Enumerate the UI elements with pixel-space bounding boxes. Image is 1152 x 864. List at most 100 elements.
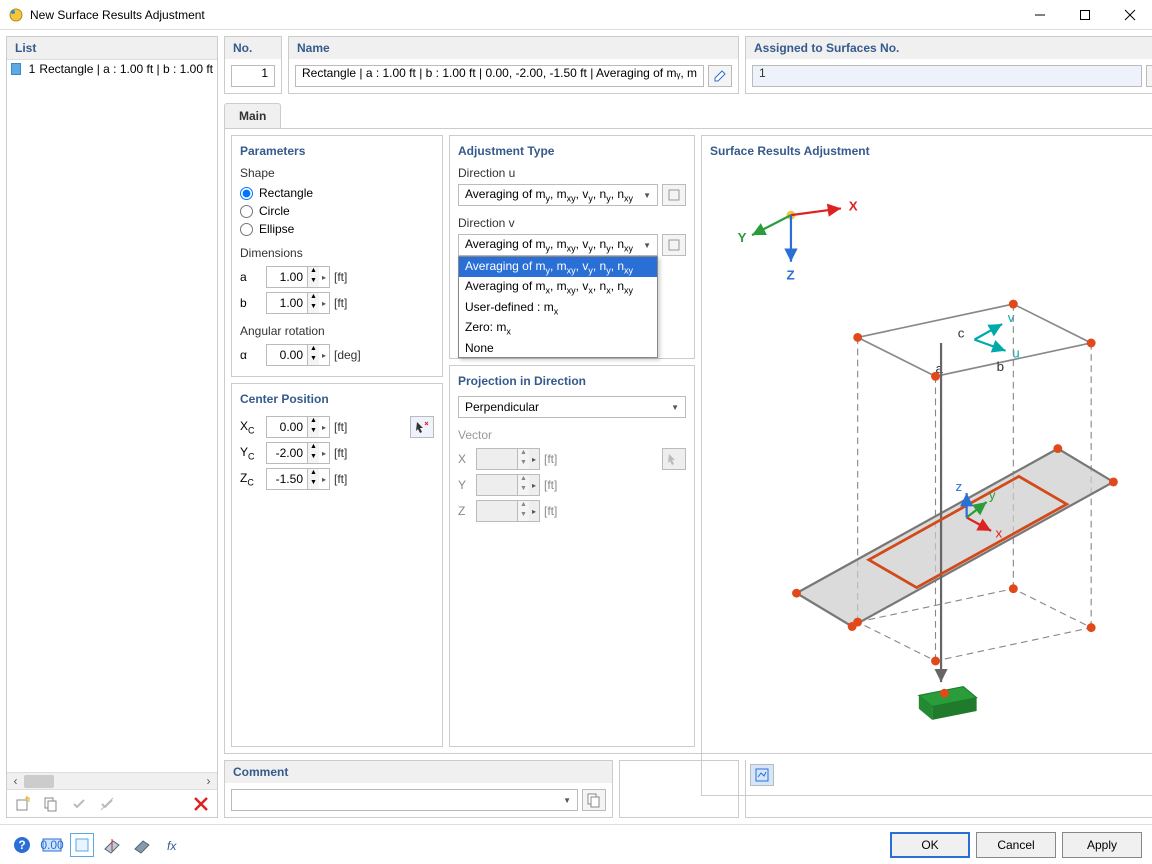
view-surface-icon[interactable]	[100, 833, 124, 857]
close-button[interactable]	[1107, 0, 1152, 30]
cancel-button[interactable]: Cancel	[976, 832, 1056, 858]
adj-header: Adjustment Type	[458, 144, 686, 158]
shape-ellipse-radio[interactable]: Ellipse	[240, 220, 434, 238]
direction-u-label: Direction u	[458, 166, 686, 180]
radio-input[interactable]	[240, 187, 253, 200]
view-shaded-icon[interactable]	[130, 833, 154, 857]
maximize-button[interactable]	[1062, 0, 1107, 30]
xc-input[interactable]: 0.00▲▼▸	[266, 416, 330, 438]
radio-input[interactable]	[240, 205, 253, 218]
scroll-thumb[interactable]	[24, 775, 54, 788]
dimensions-label: Dimensions	[240, 246, 434, 260]
direction-v-label: Direction v	[458, 216, 686, 230]
proj-header: Projection in Direction	[458, 374, 686, 388]
chevron-down-icon: ▼	[563, 796, 571, 805]
list-item[interactable]: 1 Rectangle | a : 1.00 ft | b : 1.00 ft	[7, 60, 217, 78]
footer: ? 0.00 fx OK Cancel Apply	[0, 824, 1152, 864]
comment-library-icon[interactable]	[582, 789, 606, 811]
projection-value: Perpendicular	[465, 400, 539, 414]
pick-vector-icon	[662, 448, 686, 470]
name-input[interactable]: Rectangle | a : 1.00 ft | b : 1.00 ft | …	[295, 65, 704, 87]
chevron-down-icon: ▼	[643, 241, 651, 250]
assigned-group: Assigned to Surfaces No. 1	[745, 36, 1152, 94]
horizontal-scrollbar[interactable]: ‹ ›	[7, 772, 217, 789]
vec-y-unit: [ft]	[544, 478, 557, 492]
adjustment-type-panel: Adjustment Type Direction u Averaging of…	[449, 135, 695, 359]
comment-label: Comment	[225, 761, 612, 783]
direction-u-value: Averaging of my, mxy, vy, ny, nxy	[465, 187, 633, 203]
apply-button[interactable]: Apply	[1062, 832, 1142, 858]
svg-text:X: X	[849, 199, 858, 214]
title-bar: New Surface Results Adjustment	[0, 0, 1152, 30]
formula-icon[interactable]: fx	[160, 833, 184, 857]
center-header: Center Position	[240, 392, 434, 406]
rotation-label: Angular rotation	[240, 324, 434, 338]
assigned-input[interactable]: 1	[752, 65, 1142, 87]
name-group: Name Rectangle | a : 1.00 ft | b : 1.00 …	[288, 36, 739, 94]
vec-z-input: ▲▼▸	[476, 500, 540, 522]
b-label: b	[240, 296, 262, 310]
a-input[interactable]: 1.00▲▼▸	[266, 266, 330, 288]
copy-item-icon[interactable]	[39, 792, 63, 816]
svg-text:0.00: 0.00	[40, 838, 64, 852]
svg-text:Y: Y	[738, 230, 747, 245]
vec-x-unit: [ft]	[544, 452, 557, 466]
projection-combo[interactable]: Perpendicular ▼	[458, 396, 686, 418]
vec-x-label: X	[458, 452, 472, 466]
direction-v-settings-icon[interactable]	[662, 234, 686, 256]
yc-unit: [ft]	[334, 446, 347, 460]
view-region-icon[interactable]	[70, 833, 94, 857]
exclude-icon	[95, 792, 119, 816]
help-icon[interactable]: ?	[10, 833, 34, 857]
radio-input[interactable]	[240, 223, 253, 236]
list-body[interactable]: 1 Rectangle | a : 1.00 ft | b : 1.00 ft	[7, 60, 217, 772]
direction-v-dropdown[interactable]: Averaging of my, mxy, vy, ny, nxy Averag…	[458, 256, 658, 358]
new-item-icon[interactable]	[11, 792, 35, 816]
edit-name-icon[interactable]	[708, 65, 732, 87]
shape-label: Shape	[240, 166, 434, 180]
comment-group: Comment ▼	[224, 760, 613, 818]
dropdown-option[interactable]: User-defined : mx	[459, 298, 657, 318]
zc-label: ZC	[240, 471, 262, 487]
no-input[interactable]: 1	[231, 65, 275, 87]
pick-center-icon[interactable]	[410, 416, 434, 438]
svg-text:x: x	[996, 526, 1003, 541]
pick-surface-icon[interactable]	[1146, 65, 1152, 87]
app-icon	[8, 7, 24, 23]
list-toolbar	[7, 789, 217, 817]
list-item-number: 1	[25, 62, 36, 76]
vector-label: Vector	[458, 428, 686, 442]
b-input[interactable]: 1.00▲▼▸	[266, 292, 330, 314]
shape-rectangle-radio[interactable]: Rectangle	[240, 184, 434, 202]
list-header: List	[7, 37, 217, 60]
zc-input[interactable]: -1.50▲▼▸	[266, 468, 330, 490]
yc-input[interactable]: -2.00▲▼▸	[266, 442, 330, 464]
dropdown-option[interactable]: Zero: mx	[459, 318, 657, 338]
units-icon[interactable]: 0.00	[40, 833, 64, 857]
ok-button[interactable]: OK	[890, 832, 970, 858]
svg-text:c: c	[958, 325, 965, 340]
preview-header: Surface Results Adjustment	[702, 136, 1152, 158]
alpha-input[interactable]: 0.00▲▼▸	[266, 344, 330, 366]
vec-x-input: ▲▼▸	[476, 448, 540, 470]
dropdown-option[interactable]: None	[459, 339, 657, 357]
a-unit: [ft]	[334, 270, 347, 284]
direction-v-value: Averaging of my, mxy, vy, ny, nxy	[465, 237, 633, 253]
shape-circle-radio[interactable]: Circle	[240, 202, 434, 220]
scroll-left-icon[interactable]: ‹	[7, 774, 24, 788]
direction-u-combo[interactable]: Averaging of my, mxy, vy, ny, nxy ▼	[458, 184, 658, 206]
direction-v-combo[interactable]: Averaging of my, mxy, vy, ny, nxy ▼ Aver…	[458, 234, 658, 256]
preview-canvas[interactable]: X Y Z u	[702, 158, 1152, 795]
dropdown-option[interactable]: Averaging of mx, mxy, vx, nx, nxy	[459, 277, 657, 297]
a-label: a	[240, 270, 262, 284]
delete-icon[interactable]	[189, 792, 213, 816]
scroll-right-icon[interactable]: ›	[200, 774, 217, 788]
assigned-label: Assigned to Surfaces No.	[746, 37, 1152, 59]
tab-main[interactable]: Main	[224, 103, 281, 128]
comment-input[interactable]: ▼	[231, 789, 578, 811]
minimize-button[interactable]	[1017, 0, 1062, 30]
parameters-header: Parameters	[240, 144, 434, 158]
direction-u-settings-icon[interactable]	[662, 184, 686, 206]
dropdown-option[interactable]: Averaging of my, mxy, vy, ny, nxy	[459, 257, 657, 277]
chevron-down-icon: ▼	[643, 191, 651, 200]
